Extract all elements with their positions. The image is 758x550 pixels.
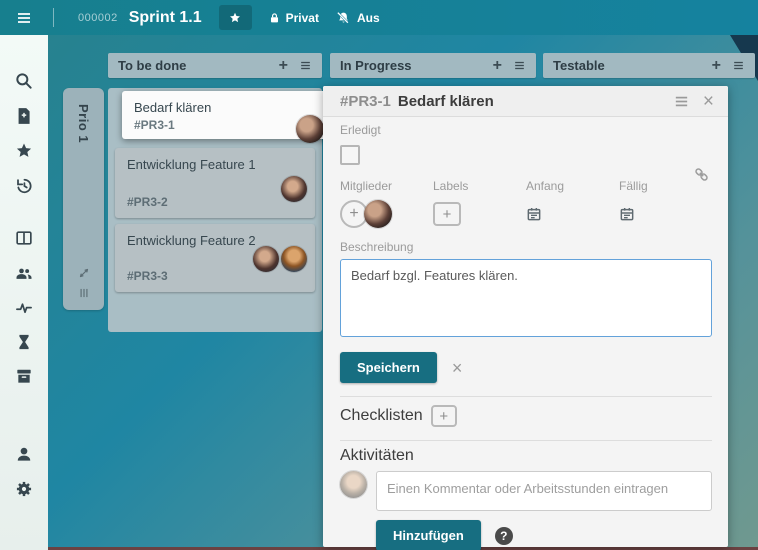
card-detail-body: Erledigt Mitglieder + Labels + <box>323 117 728 550</box>
avatar-member <box>253 246 279 272</box>
link-icon[interactable] <box>692 165 711 184</box>
close-icon[interactable]: × <box>703 92 714 111</box>
cancel-edit-icon[interactable]: × <box>452 359 463 377</box>
topbar-divider <box>53 8 54 27</box>
list-menu-icon[interactable] <box>299 59 312 72</box>
start-date-field: Anfang <box>526 179 619 228</box>
description-textarea[interactable]: Bedarf bzgl. Features klären. <box>340 259 712 337</box>
card-pr3-3[interactable]: Entwicklung Feature 2 #PR3-3 <box>115 224 315 292</box>
card-pr3-1[interactable]: Bedarf klären #PR3-1 <box>122 91 330 139</box>
add-card-icon[interactable]: + <box>493 58 502 74</box>
done-checkbox[interactable] <box>340 145 360 165</box>
list-header-todo: To be done + <box>108 53 322 78</box>
swimlane-handle-icon[interactable] <box>77 286 91 300</box>
top-bar: 000002 Sprint 1.1 Privat Aus <box>0 0 758 35</box>
hourglass-icon[interactable] <box>14 332 34 352</box>
list-title: In Progress <box>340 58 493 73</box>
left-sidebar <box>0 35 48 550</box>
card-title: Bedarf klären <box>134 100 211 115</box>
card-number: #PR3-2 <box>127 195 168 209</box>
list-title: Testable <box>553 58 712 73</box>
swimlane-title: Prio 1 <box>76 104 91 143</box>
add-card-icon[interactable]: + <box>712 58 721 74</box>
card-detail-modal: #PR3-1 Bedarf klären × Erledigt Mitglied… <box>323 86 728 547</box>
labels-field: Labels + <box>433 179 526 228</box>
comment-input[interactable] <box>376 471 712 511</box>
starred-boards-icon[interactable] <box>14 141 34 161</box>
card-menu-icon[interactable] <box>673 93 690 110</box>
archive-icon[interactable] <box>14 366 34 386</box>
card-title: Entwicklung Feature 1 <box>127 157 256 172</box>
start-date-label: Anfang <box>526 179 619 193</box>
add-card-icon[interactable]: + <box>279 58 288 74</box>
card-detail-header: #PR3-1 Bedarf klären × <box>323 86 728 117</box>
help-icon[interactable]: ? <box>495 527 513 545</box>
search-icon[interactable] <box>14 71 34 91</box>
board-number: 000002 <box>78 12 118 24</box>
description-label: Beschreibung <box>340 240 712 254</box>
settings-gear-icon[interactable] <box>14 479 34 499</box>
app-window: 000002 Sprint 1.1 Privat Aus Prio 1 <box>0 0 758 550</box>
card-title: Entwicklung Feature 2 <box>127 233 256 248</box>
privacy-toggle[interactable]: Privat <box>268 11 319 25</box>
favorite-star-button[interactable] <box>219 5 252 30</box>
activity-pulse-icon[interactable] <box>14 298 34 318</box>
members-field: Mitglieder + <box>340 179 433 228</box>
avatar-member <box>296 115 324 143</box>
board-title[interactable]: Sprint 1.1 <box>129 9 202 27</box>
divider <box>340 440 712 441</box>
checklists-heading: Checklisten <box>340 407 423 425</box>
add-label-button[interactable]: + <box>433 202 461 226</box>
card-detail-number: #PR3-1 <box>340 93 391 110</box>
member-avatar[interactable] <box>364 200 392 228</box>
add-comment-button[interactable]: Hinzufügen <box>376 520 481 550</box>
bell-muted-icon <box>335 10 352 26</box>
hamburger-menu-icon[interactable] <box>14 10 34 26</box>
swimlane-tab-prio1[interactable]: Prio 1 <box>63 88 104 310</box>
save-button[interactable]: Speichern <box>340 352 437 383</box>
labels-label: Labels <box>433 179 526 193</box>
list-menu-icon[interactable] <box>513 59 526 72</box>
done-label: Erledigt <box>340 123 381 137</box>
add-board-icon[interactable] <box>14 106 34 126</box>
history-icon[interactable] <box>14 176 34 196</box>
privacy-label: Privat <box>286 11 319 25</box>
calendar-icon[interactable] <box>619 206 635 222</box>
notifications-toggle[interactable]: Aus <box>335 10 380 26</box>
card-pr3-2[interactable]: Entwicklung Feature 1 #PR3-2 <box>115 148 315 218</box>
card-detail-title[interactable]: Bedarf klären <box>398 93 673 110</box>
members-label: Mitglieder <box>340 179 433 193</box>
add-checklist-button[interactable]: + <box>431 405 457 427</box>
members-icon[interactable] <box>14 263 34 283</box>
swimlane-collapse-icon[interactable] <box>77 266 91 280</box>
lock-icon <box>268 11 281 25</box>
board-view-icon[interactable] <box>14 228 34 248</box>
notifications-label: Aus <box>357 11 380 25</box>
list-header-testable: Testable + <box>543 53 755 78</box>
user-profile-icon[interactable] <box>14 444 34 464</box>
avatar-member <box>281 246 307 272</box>
list-header-inprogress: In Progress + <box>330 53 536 78</box>
card-number: #PR3-1 <box>134 118 175 132</box>
list-title: To be done <box>118 58 279 73</box>
list-menu-icon[interactable] <box>732 59 745 72</box>
avatar-member <box>281 176 307 202</box>
due-date-field: Fällig <box>619 179 712 228</box>
divider <box>340 396 712 397</box>
calendar-icon[interactable] <box>526 206 542 222</box>
card-number: #PR3-3 <box>127 269 168 283</box>
activities-heading: Aktivitäten <box>340 447 414 465</box>
star-icon <box>228 11 242 25</box>
current-user-avatar <box>340 471 367 498</box>
